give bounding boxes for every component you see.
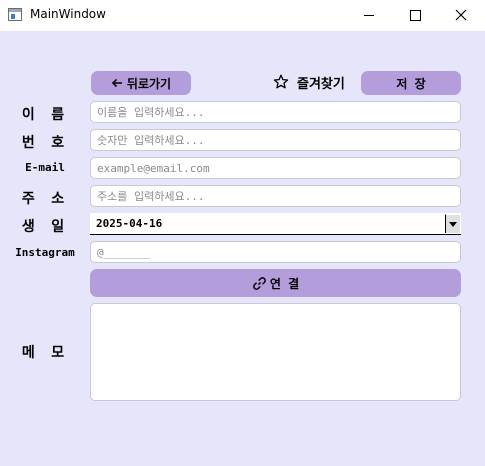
back-button[interactable]: 뒤로가기 [91, 71, 191, 95]
minimize-button[interactable] [346, 0, 392, 31]
phone-input[interactable] [90, 129, 461, 151]
app-window-icon [8, 8, 22, 21]
save-button[interactable]: 저 장 [361, 71, 461, 95]
birthday-value: 2025-04-16 [96, 217, 163, 230]
address-label: 주 소 [21, 191, 69, 207]
email-input[interactable] [90, 157, 461, 179]
link-icon [252, 276, 266, 290]
name-input[interactable] [90, 101, 461, 123]
name-label: 이 름 [21, 107, 69, 123]
email-label: E-mail [25, 161, 65, 174]
favorite-toggle[interactable]: 즐겨찾기 [273, 72, 345, 92]
close-icon [455, 9, 467, 21]
save-button-label: 저 장 [396, 76, 426, 91]
instagram-input[interactable] [90, 241, 461, 263]
arrow-left-icon [111, 78, 122, 88]
address-input[interactable] [90, 185, 461, 207]
phone-label: 번 호 [21, 135, 69, 151]
star-outline-icon [273, 74, 289, 89]
memo-label: 메 모 [21, 345, 69, 361]
maximize-button[interactable] [392, 0, 438, 31]
instagram-label: Instagram [15, 246, 75, 259]
back-button-label: 뒤로가기 [126, 76, 172, 91]
close-button[interactable] [438, 0, 484, 31]
link-button-label: 연 결 [269, 276, 300, 291]
favorite-label: 즐겨찾기 [297, 76, 345, 92]
memo-textarea[interactable] [90, 303, 461, 401]
window-title: MainWindow [30, 7, 106, 21]
chevron-down-icon[interactable] [445, 214, 460, 233]
birthday-label: 생 일 [21, 219, 69, 235]
birthday-date-picker[interactable]: 2025-04-16 [90, 213, 461, 235]
title-bar: MainWindow [0, 0, 485, 31]
link-button[interactable]: 연 결 [90, 269, 461, 297]
